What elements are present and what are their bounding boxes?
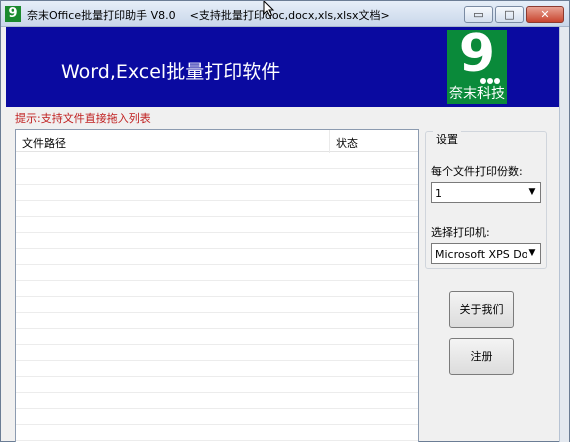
window-title: 奈末Office批量打印助手 V8.0 <支持批量打印doc,docx,xls,x…: [27, 7, 390, 23]
printer-value: Microsoft XPS Doc: [435, 248, 527, 261]
window-title-main: 奈末Office批量打印助手 V8.0: [27, 9, 176, 22]
about-us-button[interactable]: 关于我们: [449, 291, 514, 328]
copies-select[interactable]: 1 ▼: [431, 182, 541, 203]
column-header-path[interactable]: 文件路径: [22, 135, 66, 151]
file-list[interactable]: 文件路径 状态: [15, 129, 419, 442]
chevron-down-icon[interactable]: ▼: [524, 183, 540, 202]
printer-select[interactable]: Microsoft XPS Doc ▼: [431, 243, 541, 264]
logo-company-name: 奈末科技: [449, 86, 505, 102]
chevron-down-icon[interactable]: ▼: [524, 244, 540, 263]
window-right-frame: [559, 27, 569, 442]
maximize-button[interactable]: □: [495, 6, 524, 23]
register-button[interactable]: 注册: [449, 338, 514, 375]
company-logo: 9 奈末科技: [447, 24, 507, 104]
copies-label: 每个文件打印份数:: [431, 165, 523, 178]
mouse-cursor-icon: [263, 1, 275, 17]
logo-dots-icon: [480, 74, 506, 84]
settings-group-title: 设置: [433, 131, 461, 147]
drag-drop-hint: 提示:支持文件直接拖入列表: [15, 112, 151, 125]
copies-value: 1: [435, 187, 442, 200]
column-header-status[interactable]: 状态: [336, 135, 358, 151]
printer-label: 选择打印机:: [431, 226, 490, 239]
header-banner: Word,Excel批量打印软件 9 奈末科技: [6, 24, 559, 107]
close-button[interactable]: ✕: [526, 6, 564, 23]
banner-headline: Word,Excel批量打印软件: [61, 61, 281, 83]
app-window: 9 奈末Office批量打印助手 V8.0 <支持批量打印doc,docx,xls…: [0, 0, 570, 442]
window-title-subtitle: <支持批量打印doc,docx,xls,xlsx文档>: [189, 9, 390, 22]
file-list-rows[interactable]: [16, 153, 418, 442]
app-icon: 9: [5, 6, 21, 22]
file-list-header: 文件路径 状态: [16, 130, 418, 152]
minimize-button[interactable]: ▭: [464, 6, 493, 23]
